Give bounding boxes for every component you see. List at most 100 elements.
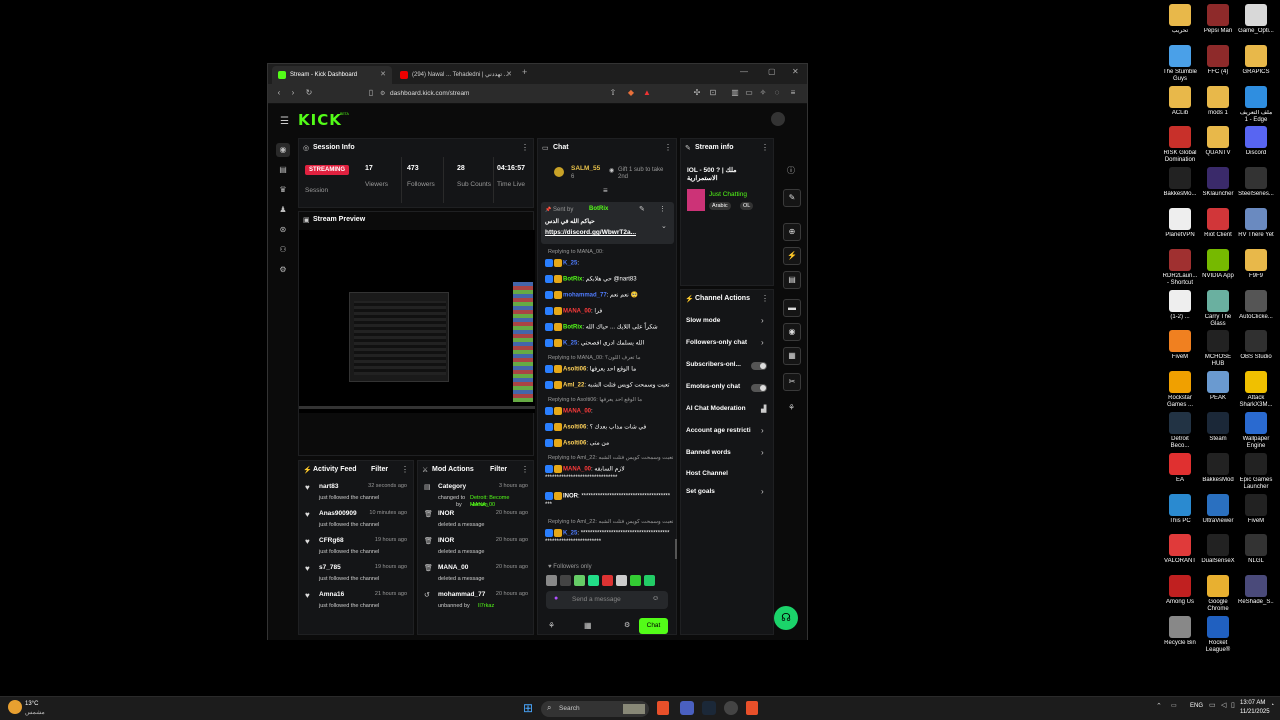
desktop-icon[interactable]: EA [1162, 452, 1198, 484]
back-icon[interactable]: ‹ [274, 88, 284, 98]
volume-icon[interactable]: ◁ [1221, 701, 1226, 709]
desktop-icon[interactable]: UltraViewer [1200, 493, 1236, 525]
desktop-icon[interactable]: (1-2) ... [1162, 289, 1198, 321]
tools-button[interactable]: ✂ [783, 373, 801, 391]
language-indicator[interactable]: ENG [1190, 703, 1203, 709]
activity-user[interactable]: CFRg68 [319, 537, 344, 544]
chevron-right-icon[interactable]: › [761, 487, 764, 496]
desktop-icon[interactable]: PlanetVPN [1162, 208, 1198, 239]
emote-icon[interactable] [574, 575, 585, 586]
channel-action-label[interactable]: Followers-only chat [686, 339, 758, 346]
kebab-icon[interactable]: ⋮ [761, 294, 769, 303]
mod-target[interactable]: Il7rkaz [478, 603, 494, 609]
chat-username[interactable]: BotRix [563, 277, 582, 283]
desktop-icon[interactable]: Wallpaper Engine [1238, 412, 1274, 450]
desktop-icon[interactable]: Recycle Bin [1162, 616, 1198, 647]
preview-progress[interactable] [299, 406, 535, 409]
chat-input[interactable]: ● Send a message ☺ [546, 591, 668, 609]
chat-message[interactable]: BotRix: شكراً على اللايك ... حياك الله [545, 323, 673, 332]
clock-time[interactable]: 13:07 AM [1240, 700, 1265, 706]
reload-icon[interactable]: ↻ [304, 88, 314, 98]
desktop-icon[interactable]: RDR2Laun... - Shortcut [1162, 248, 1198, 287]
mod-user[interactable]: Category [438, 483, 466, 490]
channel-action-label[interactable]: Host Channel [686, 470, 758, 477]
mod-user[interactable]: MANA_00 [438, 564, 468, 571]
desktop-icon[interactable]: Google Chrome [1200, 575, 1236, 613]
screenshot-icon[interactable]: ⊡ [708, 88, 718, 98]
category-name[interactable]: Just Chatting [709, 191, 747, 198]
desktop-icon[interactable]: Epic Games Launcher [1238, 452, 1274, 491]
emote-icon[interactable] [644, 575, 655, 586]
network-icon[interactable]: ▭ [1209, 701, 1216, 709]
desktop-icon[interactable]: Detroit Beco... [1162, 412, 1198, 450]
tray-chevron-up-icon[interactable]: ⌃ [1156, 702, 1162, 710]
desktop-icon[interactable]: RISK Global Domination [1162, 126, 1198, 164]
nav-community-icon[interactable]: ♟ [276, 203, 290, 217]
desktop-icon[interactable]: Steam [1200, 412, 1236, 443]
chat-tools-icon[interactable]: ⚘ [548, 621, 555, 630]
channel-action-label[interactable]: Slow mode [686, 317, 758, 324]
desktop-icon[interactable]: This PC [1162, 493, 1198, 525]
chat-username[interactable]: MANA_00 [563, 409, 591, 415]
desktop-icon[interactable]: DualSenseX [1200, 534, 1236, 565]
desktop-icon[interactable]: Among Us [1162, 575, 1198, 606]
add-widget-icon[interactable]: ⚘ [788, 403, 795, 412]
close-tab-icon[interactable]: ✕ [506, 66, 512, 84]
toggle-switch[interactable] [751, 384, 767, 392]
emote-icon[interactable] [602, 575, 613, 586]
chat-username[interactable]: K_25 [563, 261, 577, 267]
chat-message[interactable]: Asolti06: ما الوقع احد يعرفها [545, 365, 673, 374]
nav-users-icon[interactable]: ⚇ [276, 243, 290, 257]
chat-username[interactable]: Asolti06 [563, 425, 586, 431]
desktop-icon[interactable]: AutoClicke... [1238, 289, 1274, 321]
chat-message[interactable]: MANA_00: لازم السابقه ******************… [545, 465, 673, 482]
activity-user[interactable]: s7_785 [319, 564, 341, 571]
chat-message[interactable]: K_25: **********************************… [545, 529, 673, 546]
desktop-icon[interactable]: تحريب [1162, 4, 1198, 35]
brave-shields-icon[interactable]: ◆ [626, 88, 636, 98]
extensions-icon[interactable]: ✣ [692, 88, 702, 98]
kick-logo[interactable]: KICK [298, 111, 342, 129]
nav-settings-icon[interactable]: ⚙ [276, 263, 290, 277]
leo-icon[interactable]: ✧ [758, 88, 768, 98]
chat-scrollbar[interactable] [675, 539, 677, 559]
tab-kick-dashboard[interactable]: Stream - Kick Dashboard ✕ [272, 66, 392, 84]
toggle-switch[interactable] [751, 362, 767, 370]
stream-video[interactable] [299, 230, 535, 413]
broadcast-button[interactable]: ◉ [783, 323, 801, 341]
desktop-icon[interactable]: BakkesMod [1200, 452, 1236, 484]
desktop-icon[interactable]: Riot Client [1200, 208, 1236, 239]
channel-action-label[interactable]: Subscribers-onl... [686, 361, 758, 368]
chat-message[interactable]: Asolti06: في شات مذاب بعدك ؟ [545, 423, 673, 432]
chevron-down-icon[interactable]: ⌄ [661, 222, 667, 230]
forward-icon[interactable]: › [288, 88, 298, 98]
desktop-icon[interactable]: RV There Yet [1238, 208, 1274, 239]
kebab-icon[interactable]: ⋮ [521, 143, 529, 152]
desktop-icon[interactable]: Attack SharkX3M... [1238, 371, 1274, 409]
desktop-icon[interactable]: ملف التعريف 1 - Edge [1238, 85, 1274, 124]
desktop-icon[interactable]: F9F9 [1238, 248, 1274, 280]
wallet-icon[interactable]: ▭ [744, 88, 754, 98]
chat-message[interactable]: INOR: **********************************… [545, 492, 673, 509]
desktop-icon[interactable]: Game_Opti... [1238, 4, 1274, 35]
desktop-icon[interactable]: mods 1 [1200, 85, 1236, 117]
obs-taskbar-icon[interactable] [724, 701, 738, 715]
chart-icon[interactable]: ▟ [761, 405, 766, 413]
chat-message[interactable]: mohammad_77: نعم نعم 🥺 [545, 291, 673, 300]
new-tab-button[interactable]: + [522, 67, 527, 77]
chat-popout-button[interactable]: ▬ [783, 299, 801, 317]
minimize-button[interactable]: — [740, 67, 748, 76]
chat-list-toggle-icon[interactable]: ≡ [603, 186, 608, 195]
activity-user[interactable]: nart83 [319, 483, 339, 490]
mod-user[interactable]: INOR [438, 537, 454, 544]
desktop-icon[interactable]: NVIDIA App [1200, 248, 1236, 280]
desktop-icon[interactable]: Rockstar Games ... [1162, 371, 1198, 409]
discord-taskbar-icon[interactable] [680, 701, 694, 715]
emote-icon[interactable] [546, 575, 557, 586]
gift-icon[interactable]: ▦ [584, 621, 592, 630]
channel-action-label[interactable]: Banned words [686, 449, 758, 456]
edit-stream-button[interactable]: ✎ [783, 189, 801, 207]
chat-message[interactable]: MANA_00: [545, 407, 673, 416]
chat-username[interactable]: Asolti06 [563, 367, 586, 373]
bookmark-icon[interactable]: ▯ [366, 88, 376, 98]
